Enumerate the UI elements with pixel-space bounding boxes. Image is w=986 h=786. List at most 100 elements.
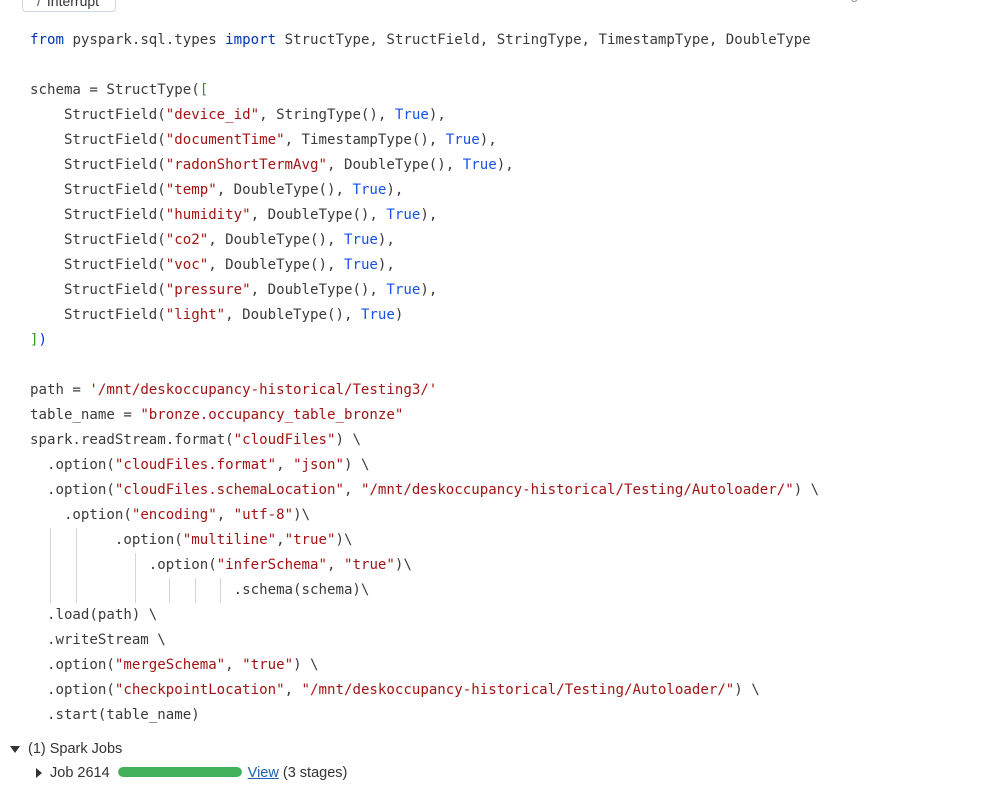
code-token: .option( bbox=[30, 482, 115, 498]
code-token: ) \ bbox=[293, 657, 319, 673]
code-string: "temp" bbox=[165, 182, 217, 198]
code-line: .load(path) \ bbox=[30, 603, 819, 628]
code-token: ) \ bbox=[734, 682, 760, 698]
code-token: ), bbox=[420, 207, 438, 223]
code-token: ) \ bbox=[793, 482, 820, 498]
chevron-right-icon[interactable] bbox=[36, 768, 42, 779]
code-string: "/mnt/deskoccupancy-historical/Testing/A… bbox=[360, 482, 794, 498]
code-token: True bbox=[462, 157, 497, 173]
code-line: table_name = "bronze.occupancy_table_bro… bbox=[30, 403, 819, 428]
code-token: , bbox=[327, 557, 344, 573]
code-string: "device_id" bbox=[165, 107, 260, 123]
code-line: ]) bbox=[30, 328, 819, 353]
code-token: True bbox=[360, 307, 395, 323]
code-token: , StringType(), bbox=[259, 107, 395, 123]
code-token: ) \ bbox=[343, 457, 370, 473]
code-token: .option( bbox=[30, 682, 115, 698]
chevron-down-icon bbox=[10, 745, 20, 753]
interrupt-button[interactable]: / Interrupt bbox=[22, 0, 116, 12]
code-string: "true" bbox=[242, 657, 294, 673]
spark-jobs-section: (1) Spark Jobs Job 2614 View (3 stages) bbox=[10, 738, 347, 781]
code-keyword: from bbox=[30, 32, 64, 48]
code-line: .option("checkpointLocation", "/mnt/desk… bbox=[30, 678, 819, 703]
code-string: "json" bbox=[293, 457, 344, 473]
code-token: , bbox=[284, 682, 302, 698]
indent-guide bbox=[75, 578, 77, 603]
job-progress-bar bbox=[117, 767, 242, 778]
code-token: StructField( bbox=[30, 132, 166, 148]
code-string: "cloudFiles.schemaLocation" bbox=[114, 482, 344, 498]
code-token: True bbox=[386, 282, 421, 298]
code-line: schema = StructType([ bbox=[30, 78, 819, 103]
code-line: spark.readStream.format("cloudFiles") \ bbox=[30, 428, 819, 453]
code-line: .option("inferSchema", "true")\ bbox=[30, 553, 819, 578]
code-token: table_name = bbox=[30, 407, 141, 423]
code-token: StructField( bbox=[30, 232, 166, 248]
code-token: StructField( bbox=[30, 207, 166, 223]
code-line: .option("multiline","true")\ bbox=[30, 528, 819, 553]
code-token: ), bbox=[496, 157, 514, 173]
stages-label: (3 stages) bbox=[282, 765, 348, 781]
code-token: , DoubleType(), bbox=[250, 282, 387, 298]
code-string: "utf-8" bbox=[233, 507, 294, 523]
code-token: .load(path) \ bbox=[30, 607, 158, 623]
code-token: StructField( bbox=[30, 182, 166, 198]
interrupt-label: Interrupt bbox=[46, 0, 100, 9]
code-string: "multiline" bbox=[182, 532, 277, 548]
code-token: .option( bbox=[30, 457, 115, 473]
code-keyword: import bbox=[225, 32, 277, 48]
indent-guide bbox=[50, 578, 52, 603]
code-string: "voc" bbox=[165, 257, 209, 273]
code-token: pyspark.sql.types bbox=[63, 32, 226, 48]
code-token: True bbox=[394, 107, 429, 123]
code-token: , bbox=[276, 532, 285, 548]
job-row[interactable]: Job 2614 View (3 stages) bbox=[36, 762, 347, 784]
code-token: StructField( bbox=[30, 282, 166, 298]
code-token: , TimestampType(), bbox=[284, 132, 446, 148]
indent-guide bbox=[169, 578, 171, 603]
code-string: "inferSchema" bbox=[216, 557, 327, 573]
code-line: .option("encoding", "utf-8")\ bbox=[30, 503, 819, 528]
code-editor[interactable]: from pyspark.sql.types import StructType… bbox=[30, 28, 819, 728]
indent-guide bbox=[75, 528, 77, 553]
spark-jobs-label: (1) Spark Jobs bbox=[28, 741, 123, 757]
code-token: .option( bbox=[30, 532, 183, 548]
code-line: StructField("pressure", DoubleType(), Tr… bbox=[30, 278, 819, 303]
code-token: , DoubleType(), bbox=[225, 307, 361, 323]
code-token: , DoubleType(), bbox=[208, 257, 344, 273]
code-line: StructField("humidity", DoubleType(), Tr… bbox=[30, 203, 819, 228]
code-line: StructField("light", DoubleType(), True) bbox=[30, 303, 819, 328]
code-token: True bbox=[343, 257, 378, 273]
code-string: "cloudFiles.format" bbox=[114, 457, 277, 473]
spark-jobs-toggle[interactable]: (1) Spark Jobs bbox=[10, 738, 122, 760]
code-token: StructField( bbox=[30, 107, 166, 123]
code-string: "documentTime" bbox=[165, 132, 285, 148]
code-token: True bbox=[343, 232, 378, 248]
code-string: "true" bbox=[343, 557, 395, 573]
code-token: , DoubleType(), bbox=[216, 182, 353, 198]
code-string: "/mnt/deskoccupancy-historical/Testing/A… bbox=[301, 682, 735, 698]
code-line: path = '/mnt/deskoccupancy-historical/Te… bbox=[30, 378, 819, 403]
indent-guide bbox=[50, 553, 52, 578]
code-string: "light" bbox=[165, 307, 226, 323]
code-string: "encoding" bbox=[131, 507, 217, 523]
code-token: , bbox=[216, 507, 234, 523]
code-token: , bbox=[343, 482, 361, 498]
code-token: .option( bbox=[30, 557, 217, 573]
code-token: StructField( bbox=[30, 307, 166, 323]
code-token: path = bbox=[30, 382, 90, 398]
code-string: "humidity" bbox=[165, 207, 251, 223]
code-string: "true" bbox=[284, 532, 336, 548]
stop-icon: / bbox=[37, 0, 41, 9]
job-progress-fill bbox=[117, 767, 242, 778]
code-string: "mergeSchema" bbox=[114, 657, 226, 673]
code-string: "pressure" bbox=[165, 282, 251, 298]
code-token: .schema(schema)\ bbox=[30, 582, 370, 598]
code-token: .option( bbox=[30, 507, 132, 523]
view-link[interactable]: View bbox=[248, 765, 279, 781]
code-token: ] bbox=[30, 332, 39, 348]
code-token: True bbox=[445, 132, 480, 148]
code-token: , DoubleType(), bbox=[326, 157, 463, 173]
